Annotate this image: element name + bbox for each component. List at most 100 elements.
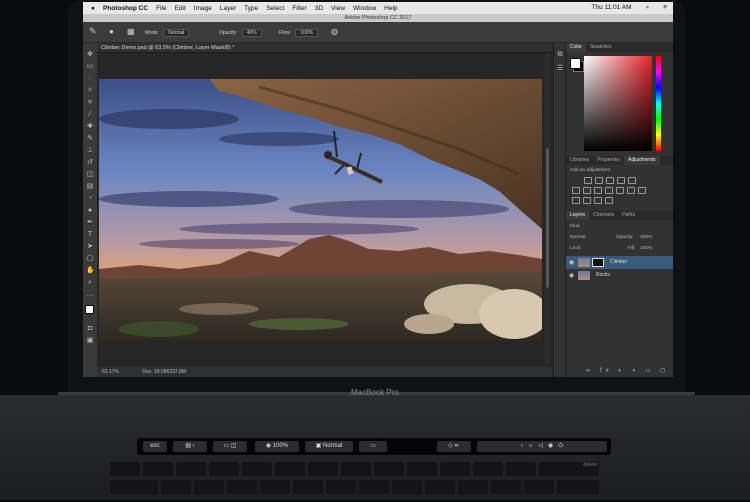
- kind-filter[interactable]: Kind: [570, 224, 580, 229]
- airbrush-icon[interactable]: ◍: [331, 27, 338, 36]
- tab-layers[interactable]: Layers: [566, 211, 590, 220]
- quick-select-tool-icon[interactable]: ✧: [86, 87, 94, 94]
- tab-libraries[interactable]: Libraries: [566, 156, 593, 165]
- touchbar-swap-icon[interactable]: ▭: [359, 441, 387, 452]
- vibrance-icon[interactable]: [628, 177, 636, 184]
- key-bracket-left[interactable]: [491, 480, 521, 494]
- type-tool-icon[interactable]: T: [86, 231, 94, 238]
- document-tab[interactable]: Climber Demo.psd @ 63.5% (Climber, Layer…: [97, 43, 552, 53]
- tab-adjustments[interactable]: Adjustments: [623, 156, 660, 165]
- selective-color-icon[interactable]: [605, 197, 613, 204]
- key-6[interactable]: [308, 462, 338, 476]
- opacity-field[interactable]: 40%: [241, 29, 262, 37]
- flow-field[interactable]: 100%: [295, 29, 319, 37]
- tab-paths[interactable]: Paths: [618, 211, 639, 220]
- dodge-tool-icon[interactable]: ●: [86, 207, 94, 214]
- menu-help[interactable]: Help: [384, 5, 397, 12]
- vertical-scrollbar[interactable]: [545, 53, 550, 365]
- key-5[interactable]: [275, 462, 305, 476]
- key-bracket-right[interactable]: [524, 480, 554, 494]
- photo-filter-icon[interactable]: [605, 187, 613, 194]
- key-p[interactable]: [458, 480, 488, 494]
- hue-sat-icon[interactable]: [572, 187, 580, 194]
- menu-3d[interactable]: 3D: [315, 5, 323, 12]
- layer-opacity-field[interactable]: 100%: [640, 235, 652, 240]
- history-panel-icon[interactable]: ⧉: [556, 51, 564, 58]
- menu-app-name[interactable]: Photoshop CC: [103, 5, 148, 12]
- channel-mixer-icon[interactable]: [616, 187, 624, 194]
- menu-image[interactable]: Image: [194, 5, 212, 12]
- touchbar-arrange-icon[interactable]: ◇ ⇤: [437, 441, 471, 452]
- properties-panel-icon[interactable]: ☰: [556, 65, 564, 72]
- key-4[interactable]: [242, 462, 272, 476]
- key-equals[interactable]: [506, 462, 536, 476]
- tab-channels[interactable]: Channels: [589, 211, 618, 220]
- menu-filter[interactable]: Filter: [292, 5, 306, 12]
- key-u[interactable]: [359, 480, 389, 494]
- path-select-tool-icon[interactable]: ➤: [86, 243, 94, 250]
- eraser-tool-icon[interactable]: ◫: [86, 171, 94, 178]
- hue-slider[interactable]: [656, 56, 661, 151]
- touchbar-brush-icon[interactable]: ▭ ◫: [213, 441, 247, 452]
- tab-color[interactable]: Color: [566, 43, 586, 52]
- doc-size[interactable]: Doc: 18.0M/237.8M: [142, 369, 186, 375]
- key-backslash[interactable]: [557, 480, 599, 494]
- key-e[interactable]: [227, 480, 257, 494]
- key-r[interactable]: [260, 480, 290, 494]
- menu-layer[interactable]: Layer: [220, 5, 236, 12]
- more-tools-icon[interactable]: …: [86, 291, 94, 298]
- brightness-icon[interactable]: [584, 177, 592, 184]
- visibility-eye-icon[interactable]: ◉: [569, 272, 574, 279]
- blend-mode-select[interactable]: Normal: [570, 235, 585, 240]
- brush-preset-icon[interactable]: ●: [109, 27, 114, 36]
- key-delete[interactable]: delete: [539, 462, 599, 476]
- menu-select[interactable]: Select: [266, 5, 284, 12]
- brush-panel-icon[interactable]: ▦: [127, 27, 135, 36]
- key-i[interactable]: [392, 480, 422, 494]
- stamp-tool-icon[interactable]: ⊥: [86, 147, 94, 154]
- brush-tool-icon[interactable]: ✎: [89, 26, 97, 37]
- crop-tool-icon[interactable]: ⌗: [86, 99, 94, 106]
- zoom-readout[interactable]: 63.17%: [102, 369, 119, 375]
- menu-edit[interactable]: Edit: [175, 5, 186, 12]
- gradient-tool-icon[interactable]: ▤: [86, 183, 94, 190]
- apple-icon[interactable]: ●: [91, 5, 95, 12]
- menu-file[interactable]: File: [156, 5, 166, 12]
- search-icon[interactable]: ⌕: [646, 4, 650, 12]
- tab-properties[interactable]: Properties: [593, 156, 624, 165]
- levels-icon[interactable]: [595, 177, 603, 184]
- touchbar-controls-strip[interactable]: ‹ ☼ ◁ ◉ ⏻: [477, 441, 607, 452]
- menu-type[interactable]: Type: [244, 5, 258, 12]
- layer-mask-thumbnail[interactable]: [592, 258, 604, 267]
- key-minus[interactable]: [473, 462, 503, 476]
- pen-tool-icon[interactable]: ✒: [86, 219, 94, 226]
- shape-tool-icon[interactable]: ▢: [86, 255, 94, 262]
- hand-tool-icon[interactable]: ✋: [86, 267, 95, 274]
- key-y[interactable]: [326, 480, 356, 494]
- foreground-color[interactable]: [85, 305, 94, 314]
- lasso-tool-icon[interactable]: ◌: [86, 75, 94, 82]
- clock[interactable]: Thu 11:01 AM: [592, 4, 632, 12]
- marquee-tool-icon[interactable]: ▭: [86, 63, 94, 70]
- blur-tool-icon[interactable]: ◔: [86, 195, 94, 202]
- visibility-eye-icon[interactable]: ◉: [569, 259, 574, 266]
- touchbar-esc[interactable]: esc: [143, 441, 167, 452]
- fg-swatch[interactable]: [570, 58, 581, 69]
- history-brush-tool-icon[interactable]: ↺: [86, 159, 94, 166]
- key-2[interactable]: [176, 462, 206, 476]
- key-tilde[interactable]: [110, 462, 140, 476]
- menu-view[interactable]: View: [331, 5, 345, 12]
- mode-select[interactable]: Normal: [163, 29, 190, 37]
- exposure-icon[interactable]: [617, 177, 625, 184]
- move-tool-icon[interactable]: ✥: [86, 51, 94, 58]
- layer-row-rocks[interactable]: ◉ Rocks: [566, 269, 673, 282]
- touchbar-layers-icon[interactable]: ▤ ‹: [173, 441, 207, 452]
- color-field[interactable]: [584, 56, 652, 151]
- eyedropper-tool-icon[interactable]: ⁄: [86, 111, 94, 118]
- posterize-icon[interactable]: [572, 197, 580, 204]
- tab-swatches[interactable]: Swatches: [586, 43, 616, 52]
- key-7[interactable]: [341, 462, 371, 476]
- invert-icon[interactable]: [638, 187, 646, 194]
- touchbar-blend[interactable]: ▣ Normal: [305, 441, 353, 452]
- bw-icon[interactable]: [594, 187, 602, 194]
